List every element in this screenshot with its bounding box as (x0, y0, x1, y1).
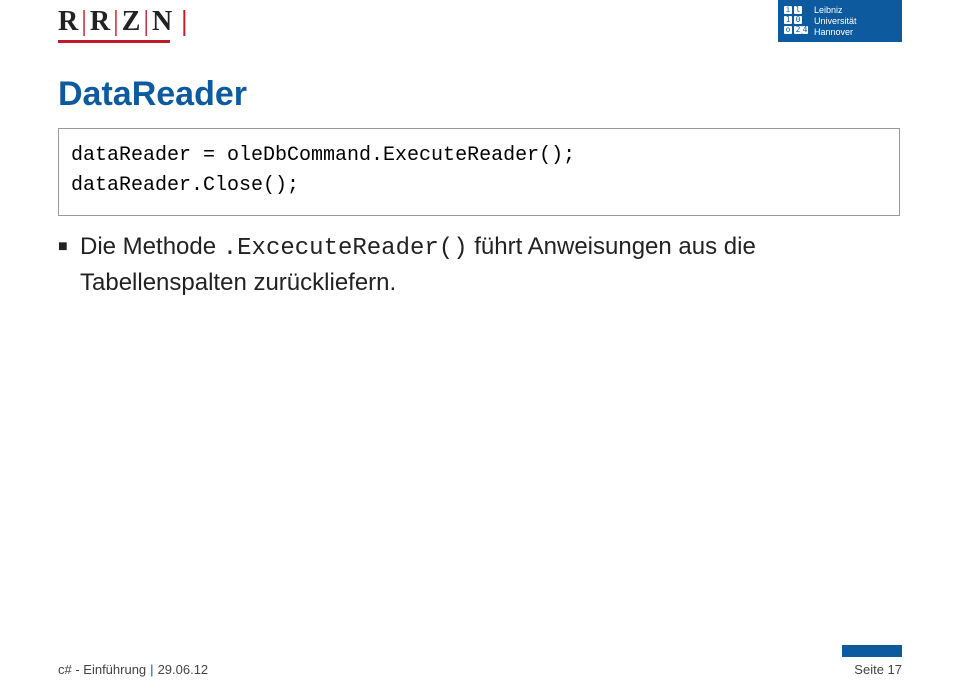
logo-separator: | (141, 6, 152, 37)
footer-separator: | (146, 662, 157, 677)
luh-text: Leibniz Universität Hannover (814, 5, 857, 38)
luh-emblem: i l 1 0 o 2 4 (782, 4, 808, 38)
rrzn-letter: Z (122, 6, 142, 37)
rrzn-letter: N (152, 6, 173, 37)
rrzn-letter: R (90, 6, 111, 37)
rrzn-logo: R|R|Z|N | (58, 6, 188, 38)
bullet-marker: ■ (58, 230, 80, 300)
luh-line: Hannover (814, 27, 857, 38)
luh-line: Universität (814, 16, 857, 27)
bullet-before: Die Methode (80, 233, 223, 260)
footer-course: c# - Einführung (58, 662, 146, 677)
slide-footer: c# - Einführung|29.06.12 Seite 17 (0, 651, 960, 681)
bullet-list: ■ Die Methode .ExcecuteReader() führt An… (58, 230, 900, 300)
logo-separator: | (79, 6, 90, 37)
footer-date: 29.06.12 (158, 662, 209, 677)
code-block: dataReader = oleDbCommand.ExecuteReader(… (58, 128, 900, 216)
bullet-method: .ExcecuteReader() (223, 235, 468, 262)
logo-separator: | (173, 6, 188, 37)
footer-page: Seite 17 (854, 662, 902, 677)
slide-header: R|R|Z|N | i l 1 0 o 2 4 Leibniz Universi… (0, 0, 960, 55)
bullet-text: Die Methode .ExcecuteReader() führt Anwe… (80, 230, 900, 300)
footer-left: c# - Einführung|29.06.12 (58, 662, 208, 677)
luh-line: Leibniz (814, 5, 857, 16)
rrzn-underline (58, 40, 170, 43)
logo-separator: | (111, 6, 122, 37)
slide-title: DataReader (58, 75, 247, 114)
rrzn-letter: R (58, 6, 79, 37)
footer-accent-bar (842, 645, 902, 657)
luh-logo: i l 1 0 o 2 4 Leibniz Universität Hannov… (778, 0, 902, 42)
bullet-item: ■ Die Methode .ExcecuteReader() führt An… (58, 230, 900, 300)
